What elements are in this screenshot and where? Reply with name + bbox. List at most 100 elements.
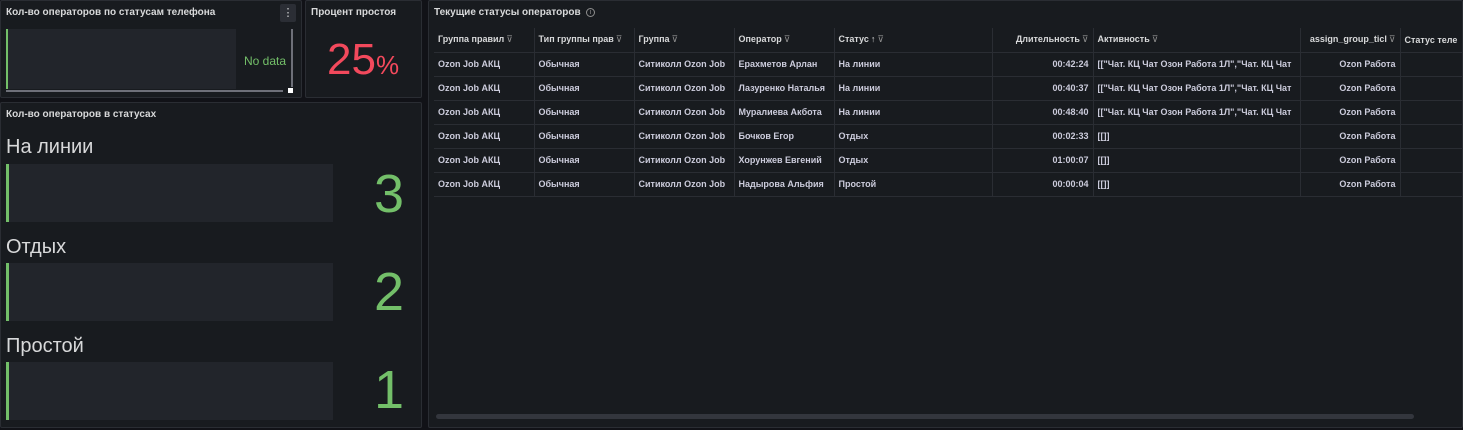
cell-phone-status: [1400, 148, 1462, 173]
column-header-assign-group[interactable]: assign_group_ticl ⊽: [1300, 28, 1401, 53]
filter-icon[interactable]: ⊽: [672, 34, 679, 44]
cell-activity: [["Чат. КЦ Чат Озон Работа 1Л","Чат. КЦ …: [1093, 52, 1301, 77]
status-count-online: 3: [373, 164, 405, 224]
cell-assign-group: Ozon Работа: [1300, 148, 1401, 173]
cell-assign-group: Ozon Работа: [1300, 124, 1401, 149]
cell-group: Ситиколл Ozon Job: [634, 100, 735, 125]
idle-percent-unit: %: [375, 50, 400, 80]
cell-group: Ситиколл Ozon Job: [634, 52, 735, 77]
column-header-label: Статус теле: [1404, 34, 1458, 45]
cell-assign-group: Ozon Работа: [1300, 100, 1401, 125]
column-header-activity[interactable]: Активность ⊽: [1093, 28, 1301, 53]
column-header-rule-group[interactable]: Группа правил ⊽: [434, 28, 535, 53]
cell-status: На линии: [834, 100, 993, 125]
filter-icon[interactable]: ⊽: [1082, 34, 1089, 44]
cell-phone-status: [1400, 124, 1462, 149]
cell-rule-group-type: Обычная: [534, 124, 635, 149]
cell-group: Ситиколл Ozon Job: [634, 76, 735, 101]
column-header-phone-status[interactable]: Статус теле: [1400, 28, 1462, 53]
cell-phone-status: [1400, 100, 1462, 125]
cell-duration: 00:42:24: [992, 52, 1094, 77]
column-header-rule-group-type[interactable]: Тип группы прав ⊽: [534, 28, 635, 53]
status-label-online: На линии: [6, 136, 94, 158]
column-header-group[interactable]: Группа ⊽: [634, 28, 735, 53]
table-row[interactable]: Ozon Job АКЦ Обычная Ситиколл Ozon Job М…: [434, 100, 1462, 125]
cell-phone-status: [1400, 52, 1462, 77]
table-row[interactable]: Ozon Job АКЦ Обычная Ситиколл Ozon Job Б…: [434, 124, 1462, 149]
cell-duration: 00:02:33: [992, 124, 1094, 149]
panel-title: Процент простоя: [311, 7, 397, 18]
filter-icon[interactable]: ⊽: [1152, 34, 1159, 44]
column-header-operator[interactable]: Оператор ⊽: [734, 28, 835, 53]
cell-assign-group: Ozon Работа: [1300, 52, 1401, 77]
status-count-rest: 2: [373, 262, 405, 322]
cell-rule-group: Ozon Job АКЦ: [434, 76, 535, 101]
column-header-label: Активность: [1097, 34, 1150, 45]
cell-status: Отдых: [834, 148, 993, 173]
cell-duration: 00:48:40: [992, 100, 1094, 125]
cell-activity: [[]]: [1093, 124, 1301, 149]
column-header-duration[interactable]: Длительность ⊽: [992, 28, 1094, 53]
cell-rule-group: Ozon Job АКЦ: [434, 148, 535, 173]
status-count-idle: 1: [373, 360, 405, 420]
panel-menu-icon[interactable]: ⋮: [280, 4, 296, 22]
cell-rule-group-type: Обычная: [534, 172, 635, 197]
cell-status: На линии: [834, 52, 993, 77]
panel-title: Кол-во операторов по статусам телефона: [6, 7, 216, 18]
cell-phone-status: [1400, 76, 1462, 101]
cell-duration: 00:40:37: [992, 76, 1094, 101]
status-bar-online: [6, 164, 333, 222]
filter-icon[interactable]: ⊽: [506, 34, 513, 44]
cell-rule-group: Ozon Job АКЦ: [434, 172, 535, 197]
panel-title: Текущие статусы операторов: [434, 7, 581, 18]
idle-percent-number: 25: [327, 35, 376, 84]
vertical-scrollbar[interactable]: [291, 29, 293, 87]
panel-title: Кол-во операторов в статусах: [6, 109, 157, 120]
status-bar-idle: [6, 362, 333, 420]
cell-operator: Лазуренко Наталья: [734, 76, 835, 101]
sort-ascending-icon[interactable]: ↑: [871, 34, 876, 44]
status-label-rest: Отдых: [6, 236, 67, 258]
table-row[interactable]: Ozon Job АКЦ Обычная Ситиколл Ozon Job Х…: [434, 148, 1462, 173]
cell-rule-group-type: Обычная: [534, 100, 635, 125]
cell-duration: 01:00:07: [992, 148, 1094, 173]
filter-icon[interactable]: ⊽: [1389, 34, 1396, 44]
status-bar-rest: [6, 263, 333, 321]
cell-activity: [["Чат. КЦ Чат Озон Работа 1Л","Чат. КЦ …: [1093, 76, 1301, 101]
cell-operator: Ерахметов Арлан: [734, 52, 835, 77]
operators-table-panel: Текущие статусы операторов i Группа прав…: [428, 0, 1463, 428]
no-data-label: No data: [244, 54, 287, 68]
cell-rule-group: Ozon Job АКЦ: [434, 52, 535, 77]
table-horizontal-scrollbar[interactable]: [436, 414, 1414, 419]
filter-icon[interactable]: ⊽: [616, 34, 623, 44]
cell-rule-group-type: Обычная: [534, 76, 635, 101]
cell-group: Ситиколл Ozon Job: [634, 172, 735, 197]
cell-phone-status: [1400, 172, 1462, 197]
table-row[interactable]: Ozon Job АКЦ Обычная Ситиколл Ozon Job Е…: [434, 52, 1462, 77]
filter-icon[interactable]: ⊽: [784, 34, 791, 44]
idle-percent-panel: Процент простоя 25%: [305, 0, 422, 98]
table-row[interactable]: Ozon Job АКЦ Обычная Ситиколл Ozon Job Л…: [434, 76, 1462, 101]
cell-assign-group: Ozon Работа: [1300, 76, 1401, 101]
column-header-label: Статус: [838, 34, 869, 45]
info-icon[interactable]: i: [586, 8, 595, 17]
cell-rule-group: Ozon Job АКЦ: [434, 124, 535, 149]
cell-assign-group: Ozon Работа: [1300, 172, 1401, 197]
cell-group: Ситиколл Ozon Job: [634, 148, 735, 173]
cell-rule-group-type: Обычная: [534, 52, 635, 77]
cell-activity: [[]]: [1093, 148, 1301, 173]
filter-icon[interactable]: ⊽: [877, 34, 884, 44]
cell-status: На линии: [834, 76, 993, 101]
phone-status-panel: Кол-во операторов по статусам телефона ⋮…: [0, 0, 302, 98]
column-header-label: Оператор: [738, 34, 782, 45]
column-header-label: Группа правил: [438, 34, 505, 45]
table-header-row: Группа правил ⊽ Тип группы прав ⊽ Группа ⊽ …: [434, 28, 1462, 53]
column-header-status[interactable]: Статус ↑ ⊽: [834, 28, 993, 53]
empty-bar-gauge: [6, 29, 236, 89]
table-row[interactable]: Ozon Job АКЦ Обычная Ситиколл Ozon Job Н…: [434, 172, 1462, 197]
operators-table: Группа правил ⊽ Тип группы прав ⊽ Группа ⊽ …: [434, 28, 1462, 197]
cell-rule-group-type: Обычная: [534, 148, 635, 173]
cell-group: Ситиколл Ozon Job: [634, 124, 735, 149]
column-header-label: Тип группы прав: [538, 34, 614, 45]
horizontal-scrollbar[interactable]: [6, 90, 283, 92]
